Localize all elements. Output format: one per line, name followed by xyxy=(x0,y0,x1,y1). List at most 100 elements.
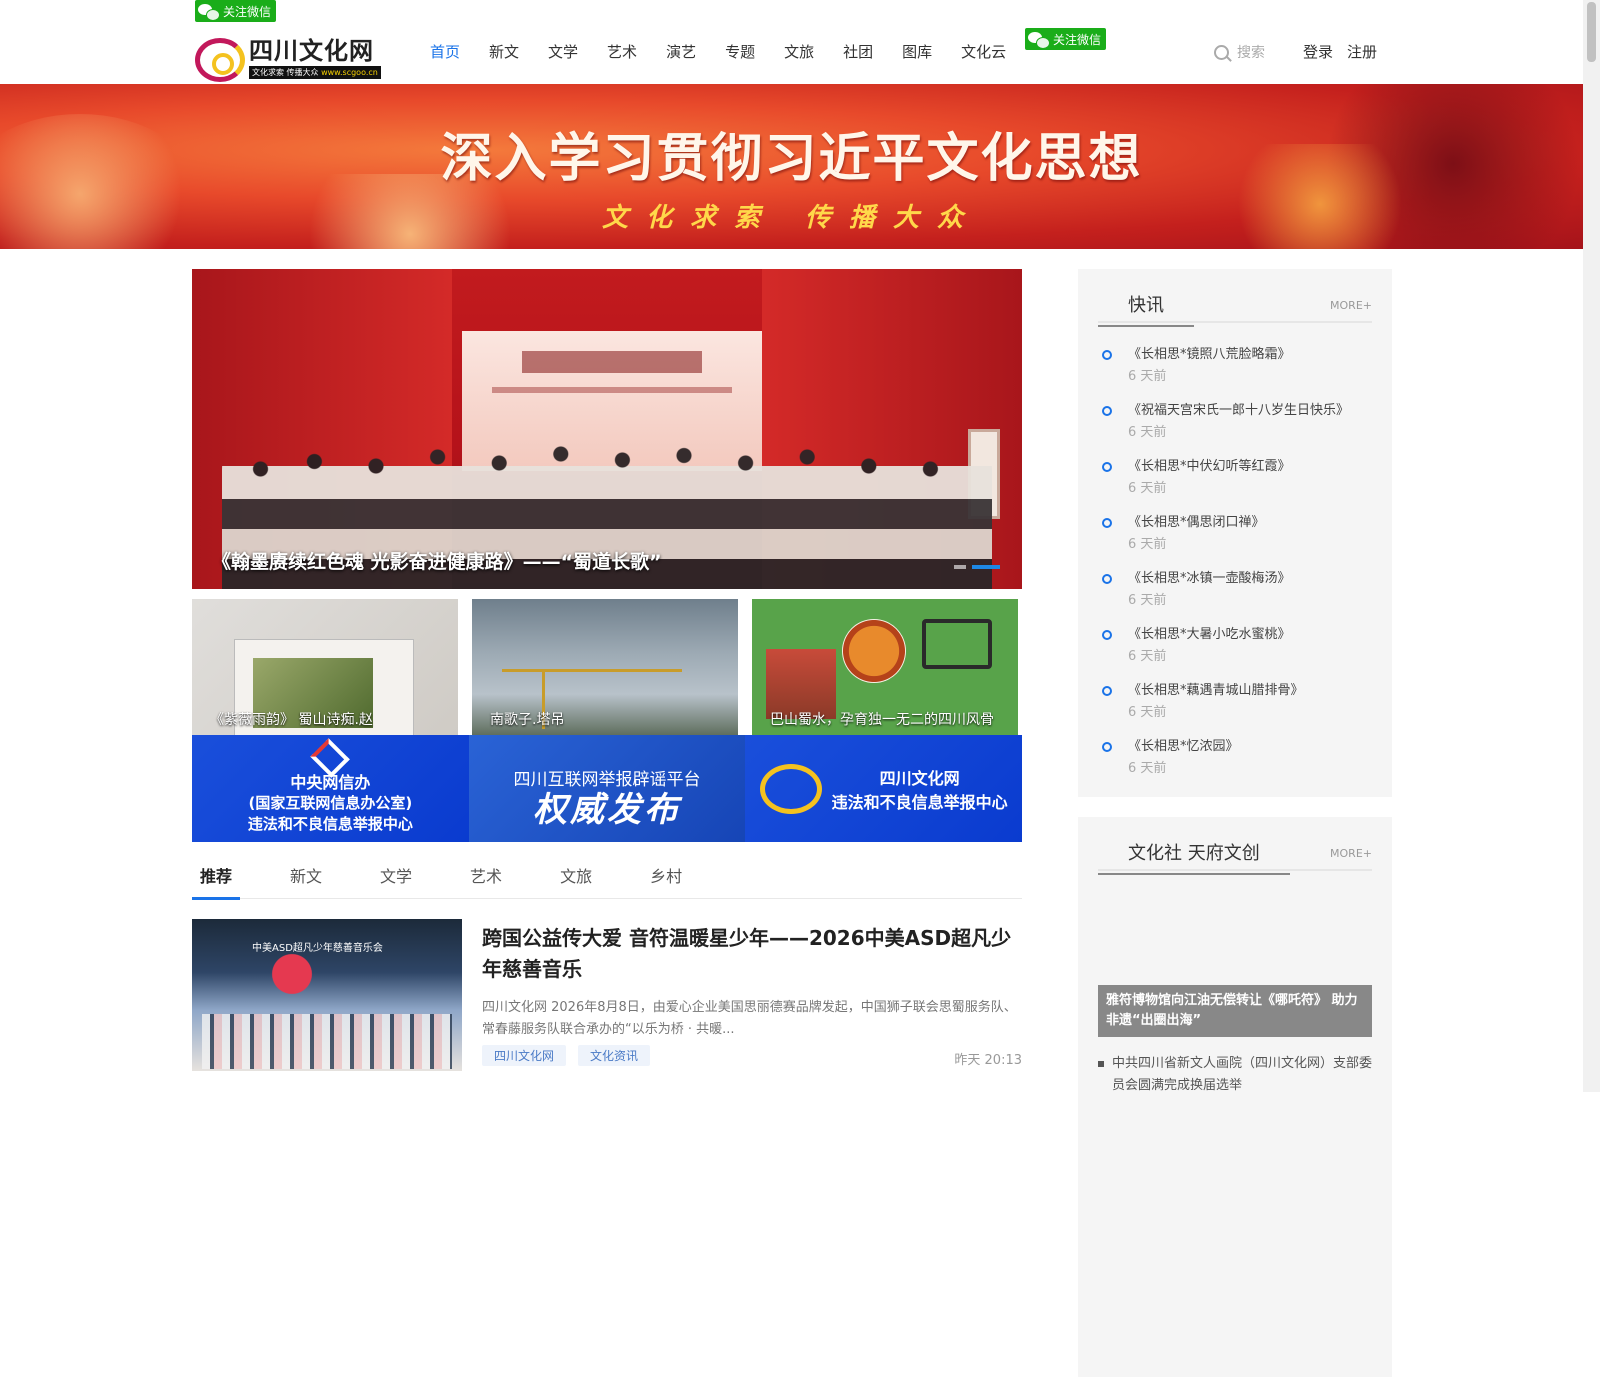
list-item[interactable]: 《长相思*偶思闭口禅》 6 天前 xyxy=(1102,513,1372,569)
list-item[interactable]: 《长相思*中伏幻听等红霞》 6 天前 xyxy=(1102,457,1372,513)
article-tag[interactable]: 文化资讯 xyxy=(578,1045,651,1066)
flash-item-title[interactable]: 《长相思*冰镇一壶酸梅汤》 xyxy=(1128,569,1372,589)
flash-item-title[interactable]: 《长相思*镜照八荒脸略霜》 xyxy=(1128,345,1372,365)
register-link[interactable]: 注册 xyxy=(1347,41,1377,62)
tab-countryside[interactable]: 乡村 xyxy=(642,859,690,899)
thumbnail-caption: 《紫薇雨韵》 蜀山诗痴.赵 xyxy=(210,712,373,728)
list-item[interactable]: 《长相思*藕遇青城山腊排骨》 6 天前 xyxy=(1102,681,1372,737)
list-item[interactable]: 《祝福天宫宋氏一郎十八岁生日快乐》 6 天前 xyxy=(1102,401,1372,457)
culture-feature-caption[interactable]: 雅符博物馆向江油无偿转让《哪吒符》 助力非遗“出圈出海” xyxy=(1098,985,1372,1037)
flash-news-title: 快讯 xyxy=(1098,291,1194,327)
tab-recommended[interactable]: 推荐 xyxy=(192,859,241,900)
bullet-circle-icon xyxy=(1102,686,1112,696)
wechat-follow-label: 关注微信 xyxy=(1053,32,1102,47)
bullet-circle-icon xyxy=(1102,462,1112,472)
nav-item-xinwen[interactable]: 新文 xyxy=(489,41,519,62)
flash-item-time: 6 天前 xyxy=(1128,425,1167,440)
flash-item-title[interactable]: 《祝福天宫宋氏一郎十八岁生日快乐》 xyxy=(1128,401,1372,421)
nav-item-literature[interactable]: 文学 xyxy=(548,41,578,62)
nav-item-gallery[interactable]: 图库 xyxy=(902,41,932,62)
thumbnail-card[interactable]: 南歌子.塔吊 xyxy=(472,599,738,735)
carousel-dot[interactable] xyxy=(954,565,966,569)
article-tag[interactable]: 四川文化网 xyxy=(482,1045,567,1066)
search-icon[interactable] xyxy=(1214,44,1229,60)
list-item[interactable]: 《长相思*冰镇一壶酸梅汤》 6 天前 xyxy=(1102,569,1372,625)
tab-xinwen[interactable]: 新文 xyxy=(282,859,330,899)
flash-item-title[interactable]: 《长相思*中伏幻听等红霞》 xyxy=(1128,457,1372,477)
flash-item-time: 6 天前 xyxy=(1128,369,1167,384)
wechat-icon xyxy=(198,3,220,21)
notice-line: 四川文化网 xyxy=(879,768,960,788)
nav-item-home[interactable]: 首页 xyxy=(430,41,460,62)
wechat-follow-label: 关注微信 xyxy=(223,4,272,19)
article-time: 昨天 20:13 xyxy=(954,1053,1022,1068)
auth-links: 登录 注册 xyxy=(1303,41,1377,62)
notice-line: 违法和不良信息举报中心 xyxy=(247,815,413,833)
wechat-follow-badge-nav[interactable]: 关注微信 xyxy=(1025,28,1107,50)
notice-line: 四川互联网举报辟谣平台 xyxy=(513,770,701,790)
top-banner[interactable]: 深入学习贯彻习近平文化思想 文化求索 传播大众 xyxy=(0,84,1583,249)
thumbnail-card[interactable]: 巴山蜀水，孕育独一无二的四川风骨 xyxy=(752,599,1018,735)
banner-tagline: 文化求索 传播大众 xyxy=(601,203,982,233)
logo-url: www.scgoo.cn xyxy=(321,68,378,77)
article-card[interactable]: 中美ASD超凡少年慈善音乐会 跨国公益传大爱 音符温暖星少年——2026中美AS… xyxy=(192,919,1022,1071)
flash-item-time: 6 天前 xyxy=(1128,705,1167,720)
culture-title: 文化社 天府文创 xyxy=(1098,839,1290,875)
thumbnail-card[interactable]: 《紫薇雨韵》 蜀山诗痴.赵 xyxy=(192,599,458,735)
flash-news-more-link[interactable]: MORE+ xyxy=(1330,299,1372,312)
login-link[interactable]: 登录 xyxy=(1303,41,1333,62)
cac-report-center-link[interactable]: 中央网信办 (国家互联网信息办公室) 违法和不良信息举报中心 xyxy=(192,735,469,842)
culture-news-item[interactable]: 中共四川省新文人画院（四川文化网）支部委员会圆满完成换届选举 xyxy=(1098,1053,1372,1097)
article-title[interactable]: 跨国公益传大爱 音符温暖星少年——2026中美ASD超凡少年慈善音乐 xyxy=(482,923,1022,985)
nav-item-art[interactable]: 艺术 xyxy=(607,41,637,62)
nav-item-culture-cloud[interactable]: 文化云 xyxy=(961,41,1006,62)
article-thumbnail[interactable]: 中美ASD超凡少年慈善音乐会 xyxy=(192,919,462,1071)
featured-thumbnails: 《紫薇雨韵》 蜀山诗痴.赵 南歌子.塔吊 巴山蜀水，孕育独一无二的四川风骨 xyxy=(192,599,1022,735)
flash-item-title[interactable]: 《长相思*偶思闭口禅》 xyxy=(1128,513,1372,533)
nav-item-associations[interactable]: 社团 xyxy=(843,41,873,62)
nav-item-culture-travel[interactable]: 文旅 xyxy=(784,41,814,62)
article-summary: 四川文化网 2026年8月8日，由爱心企业美国思丽德赛品牌发起，中国狮子联会思蜀… xyxy=(482,1000,1017,1037)
site-header: 四川文化网 文化求索 传播大众 www.scgoo.cn 首页 新文 文学 艺术… xyxy=(0,22,1600,84)
flash-news-header: 快讯 MORE+ xyxy=(1098,289,1372,327)
search-placeholder[interactable]: 搜索 xyxy=(1237,42,1265,62)
scrollbar-thumb[interactable] xyxy=(1587,2,1596,62)
content-tabs: 推荐 新文 文学 艺术 文旅 乡村 xyxy=(192,859,1022,900)
carousel-dot-active[interactable] xyxy=(972,565,1000,569)
flash-item-title[interactable]: 《长相思*大暑小吃水蜜桃》 xyxy=(1128,625,1372,645)
search-box[interactable]: 搜索 xyxy=(1214,42,1265,62)
nav-item-performance[interactable]: 演艺 xyxy=(666,41,696,62)
list-item[interactable]: 《长相思*镜照八荒脸略霜》 6 天前 xyxy=(1102,345,1372,401)
nav-item-topics[interactable]: 专题 xyxy=(725,41,755,62)
article-thumbnail-sign: 中美ASD超凡少年慈善音乐会 xyxy=(252,943,383,954)
list-item[interactable]: 《长相思*忆浓园》 6 天前 xyxy=(1102,737,1372,793)
page-scrollbar[interactable] xyxy=(1583,0,1600,1092)
flash-news-box: 快讯 MORE+ 《长相思*镜照八荒脸略霜》 6 天前 《祝福天宫宋氏一郎十八岁… xyxy=(1078,269,1392,797)
tab-culture-travel[interactable]: 文旅 xyxy=(552,859,600,899)
site-report-center-link[interactable]: 四川文化网 违法和不良信息举报中心 xyxy=(745,735,1023,842)
main-nav: 首页 新文 文学 艺术 演艺 专题 文旅 社团 图库 文化云 xyxy=(430,41,1035,62)
thumbnail-caption: 南歌子.塔吊 xyxy=(490,712,565,728)
notice-line: 权威发布 xyxy=(533,790,681,830)
wechat-follow-badge-top[interactable]: 关注微信 xyxy=(195,0,277,22)
flash-news-list: 《长相思*镜照八荒脸略霜》 6 天前 《祝福天宫宋氏一郎十八岁生日快乐》 6 天… xyxy=(1102,345,1372,793)
flash-item-title[interactable]: 《长相思*藕遇青城山腊排骨》 xyxy=(1128,681,1372,701)
list-item[interactable]: 《长相思*大暑小吃水蜜桃》 6 天前 xyxy=(1102,625,1372,681)
flash-item-title[interactable]: 《长相思*忆浓园》 xyxy=(1128,737,1372,757)
tab-art[interactable]: 艺术 xyxy=(462,859,510,899)
logo-name: 四川文化网 xyxy=(249,36,374,65)
sichuan-rumor-platform-link[interactable]: 四川互联网举报辟谣平台 权威发布 xyxy=(468,735,746,842)
bullet-circle-icon xyxy=(1102,518,1112,528)
culture-more-link[interactable]: MORE+ xyxy=(1330,847,1372,860)
hero-carousel[interactable]: 《翰墨赓续红色魂 光影奋进健康路》——“蜀道长歌” xyxy=(192,269,1022,589)
banner-headline: 深入学习贯彻习近平文化思想 xyxy=(440,128,1143,189)
site-logo[interactable]: 四川文化网 文化求索 传播大众 www.scgoo.cn xyxy=(195,38,390,84)
logo-mark-icon xyxy=(195,38,245,82)
thumbnail-image xyxy=(922,619,992,669)
hero-caption[interactable]: 《翰墨赓续红色魂 光影奋进健康路》——“蜀道长歌” xyxy=(212,547,662,574)
bullet-circle-icon xyxy=(1102,406,1112,416)
tab-literature[interactable]: 文学 xyxy=(372,859,420,899)
thumbnail-image xyxy=(842,619,906,683)
flash-item-time: 6 天前 xyxy=(1128,593,1167,608)
report-center-banners: 中央网信办 (国家互联网信息办公室) 违法和不良信息举报中心 四川互联网举报辟谣… xyxy=(192,735,1023,842)
